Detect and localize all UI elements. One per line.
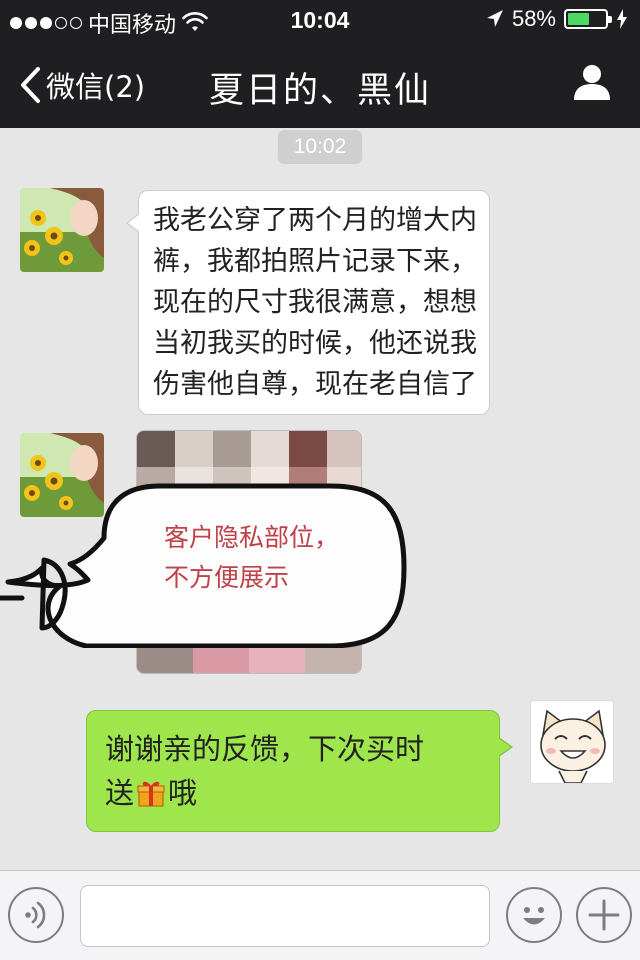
navigation-bar: 微信(2) 夏日的、黑仙 xyxy=(0,40,640,128)
avatar-image xyxy=(20,188,104,272)
message-line: 伤害他自尊，现在老自信了 xyxy=(153,369,477,400)
location-arrow-icon xyxy=(486,10,503,27)
outgoing-message-bubble[interactable]: 谢谢亲的反馈，下次买时 送 哦 xyxy=(86,710,513,832)
voice-input-button[interactable] xyxy=(8,887,64,943)
message-line: 裤，我都拍照片记录下来， xyxy=(153,246,477,277)
privacy-notice-line: 不方便展示 xyxy=(164,563,290,592)
message-text-field[interactable] xyxy=(80,885,490,947)
status-bar: 中国移动 10:04 58% xyxy=(0,0,640,40)
chat-title: 夏日的、黑仙 xyxy=(208,71,431,111)
battery-percent: 58% xyxy=(511,6,556,31)
contact-profile-button[interactable] xyxy=(572,62,612,106)
battery-tip xyxy=(608,16,612,23)
person-icon xyxy=(574,65,610,100)
emoji-button[interactable] xyxy=(506,887,562,943)
message-line: 当初我买的时候，他还说我 xyxy=(153,328,477,359)
message-text: 哦 xyxy=(168,776,198,810)
chat-message-list[interactable]: 10:02 我老公穿了两个月的增大内 裤，我都拍照片记录下来， 现在的尺寸我很满… xyxy=(0,128,640,870)
incoming-message-bubble[interactable]: 我老公穿了两个月的增大内 裤，我都拍照片记录下来， 现在的尺寸我很满意，想想 当… xyxy=(126,190,490,415)
message-text: 送 xyxy=(105,776,135,810)
privacy-notice-text: 客户隐私部位， 不方便展示 xyxy=(164,518,339,598)
voice-icon xyxy=(25,901,46,929)
emoji-icon xyxy=(523,907,545,925)
more-actions-button[interactable] xyxy=(576,887,632,943)
status-right: 58% xyxy=(486,6,628,32)
my-avatar[interactable] xyxy=(530,700,614,784)
charging-bolt-icon xyxy=(617,9,627,29)
cartoon-cat-avatar xyxy=(531,701,613,783)
privacy-notice-line: 客户隐私部位， xyxy=(164,523,340,552)
message-line: 谢谢亲的反馈，下次买时 xyxy=(105,732,425,766)
battery-icon xyxy=(564,9,612,29)
contact-avatar[interactable] xyxy=(20,188,104,272)
message-line: 送 哦 xyxy=(105,771,481,815)
message-input-bar xyxy=(0,870,640,960)
gift-icon xyxy=(137,781,165,807)
plus-icon xyxy=(588,899,620,931)
message-line: 现在的尺寸我很满意，想想 xyxy=(153,287,477,318)
message-line: 我老公穿了两个月的增大内 xyxy=(153,205,477,236)
battery-level-fill xyxy=(568,13,589,25)
message-timestamp: 10:02 xyxy=(278,130,362,164)
